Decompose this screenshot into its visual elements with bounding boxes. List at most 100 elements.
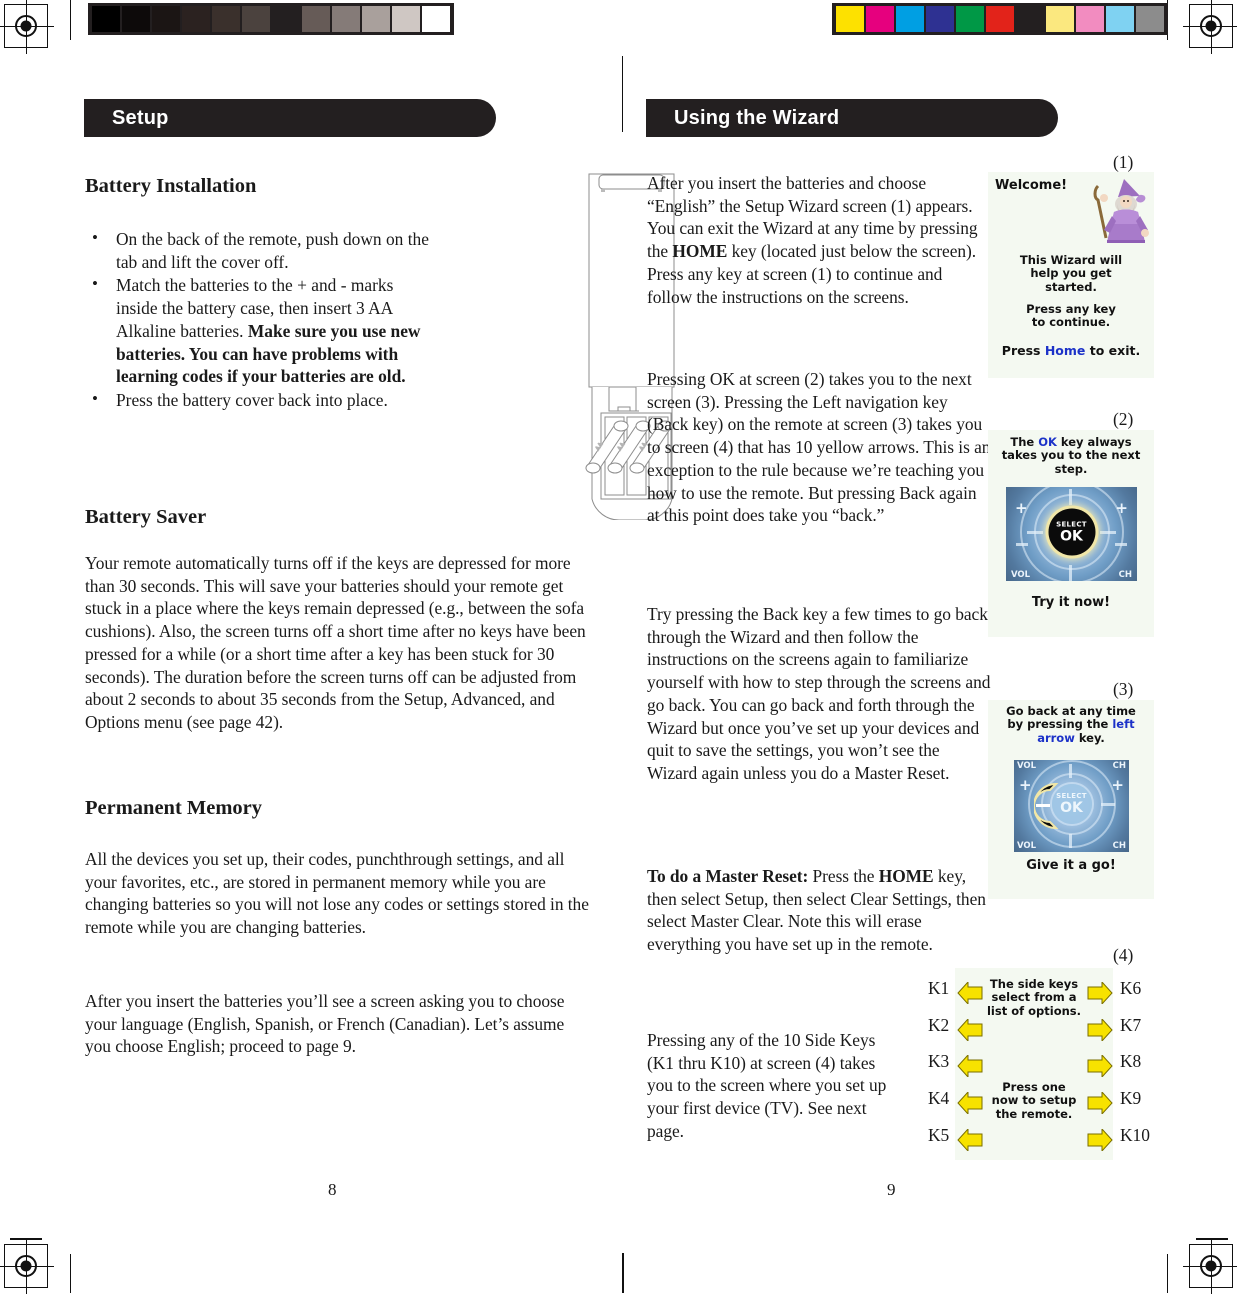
left-arrow-back-screen: Go back at any time by pressing the left… — [988, 700, 1154, 899]
side-key-arrow-left-k2 — [957, 1017, 983, 1043]
bullet-text-1: On the back of the remote, push down on … — [116, 229, 429, 272]
calibration-swatch — [926, 6, 954, 32]
nav-pad-down-bar — [1069, 834, 1072, 848]
navigation-pad-illustration: + + VOL CH SELECT OK — [1006, 487, 1137, 581]
calibration-swatch — [182, 6, 210, 32]
paragraph-battery-saver: Your remote automatically turns off if t… — [85, 553, 586, 732]
paragraph-master-reset: To do a Master Reset: Press the HOME key… — [647, 865, 991, 956]
nav-pad-select-label: SELECT — [1056, 792, 1087, 801]
list-item: Press the battery cover back into place. — [85, 388, 430, 412]
screen-3-footer: Give it a go! — [1026, 858, 1116, 873]
nav-pad-down-bar — [1069, 565, 1072, 581]
screen-3-caption: Go back at any time by pressing the left… — [988, 704, 1154, 745]
grayscale-calibration-strip — [88, 3, 454, 35]
nav-pad-vol-plus: + — [1019, 776, 1032, 794]
bullet-text-3: Press the battery cover back into place. — [116, 389, 388, 410]
nav-pad-ok-label: OK — [1060, 528, 1083, 545]
heading-battery-saver: Battery Saver — [85, 506, 207, 528]
screen-3-label: (3) — [1113, 679, 1134, 699]
calibration-swatch — [836, 6, 864, 32]
screen-1-body-2: Press any key to continue. — [1026, 302, 1116, 330]
gutter-line-top — [622, 56, 623, 132]
calibration-swatch — [1016, 6, 1044, 32]
nav-pad-corner-tr: CH — [1112, 761, 1126, 771]
paragraph-ok-and-back: Pressing OK at screen (2) takes you to t… — [647, 369, 991, 526]
screen-2-label: (2) — [1113, 409, 1134, 429]
calibration-swatch — [392, 6, 420, 32]
master-reset-part-a: Press the — [808, 866, 879, 886]
nav-pad-corner-br: CH — [1118, 570, 1132, 580]
nav-pad-left-bar — [1027, 531, 1043, 534]
battery-installation-bullet-list: On the back of the remote, push down on … — [85, 227, 430, 413]
screen-1-footer-home-link: Home — [1044, 343, 1086, 358]
master-reset-bold-lead: To do a Master Reset: — [647, 866, 809, 886]
screen-3-caption-post: key. — [1074, 730, 1105, 745]
nav-pad-right-bar — [1101, 803, 1115, 806]
gutter-line-bottom — [622, 1253, 624, 1293]
paragraph-permanent-memory-1: All the devices you set up, their codes,… — [85, 849, 589, 938]
calibration-swatch — [122, 6, 150, 32]
screen-4-label: (4) — [1113, 945, 1134, 965]
registration-mark-top-right — [1183, 0, 1237, 54]
side-key-label-k5: K5 — [928, 1125, 950, 1145]
nav-pad-ch-plus: + — [1111, 776, 1124, 794]
heading-permanent-memory: Permanent Memory — [85, 797, 263, 819]
calibration-swatch — [866, 6, 894, 32]
screen-2-caption-ok-link: OK — [1038, 435, 1057, 449]
navigation-pad-illustration-highlighted: + + VOL CH VOL CH SELECT OK — [1014, 760, 1129, 852]
paragraph-wizard-intro: After you insert the batteries and choos… — [647, 172, 991, 308]
side-key-label-k1: K1 — [928, 978, 950, 998]
crop-line-top-right — [1196, 1238, 1228, 1240]
screen-1-label: (1) — [1113, 152, 1134, 172]
list-item: Match the batteries to the + and - marks… — [85, 273, 430, 388]
screen-2-caption: The OK key always takes you to the next … — [988, 435, 1154, 476]
section-band-using-the-wizard-label: Using the Wizard — [674, 106, 840, 129]
nav-pad-vol-plus: + — [1015, 499, 1028, 517]
nav-pad-ok-label: OK — [1060, 800, 1083, 817]
registration-mark-bottom-left — [0, 1238, 54, 1294]
side-key-arrow-left-k3 — [957, 1053, 983, 1079]
side-key-label-k6: K6 — [1120, 978, 1142, 998]
calibration-swatch — [272, 6, 300, 32]
nav-pad-corner-bl: VOL — [1017, 841, 1037, 851]
side-key-arrow-right-k10 — [1087, 1127, 1113, 1153]
nav-pad-corner-bl: VOL — [1011, 570, 1031, 580]
paragraph-try-back-key: Try pressing the Back key a few times to… — [647, 604, 991, 783]
calibration-swatch — [1076, 6, 1104, 32]
nav-pad-select-label: SELECT — [1056, 520, 1087, 529]
color-calibration-strip — [832, 3, 1168, 35]
screen-1-footer-pre: Press — [1001, 343, 1045, 358]
screen-1-footer-post: to exit. — [1085, 343, 1141, 358]
calibration-swatch — [422, 6, 450, 32]
calibration-swatch — [212, 6, 240, 32]
side-key-arrow-left-k4 — [957, 1090, 983, 1116]
calibration-swatch — [332, 6, 360, 32]
nav-pad-up-bar — [1069, 489, 1072, 505]
calibration-swatch — [92, 6, 120, 32]
calibration-swatch — [1106, 6, 1134, 32]
calibration-swatch — [956, 6, 984, 32]
side-key-arrow-left-k1 — [957, 980, 983, 1006]
calibration-swatch — [896, 6, 924, 32]
wizard-welcome-screen: Welcome! This Wizard will help you get s… — [988, 172, 1154, 378]
manual-page-spread: Setup Battery Installation On the back o… — [0, 0, 1237, 1294]
side-key-arrow-right-k6 — [1087, 980, 1113, 1006]
paragraph-side-keys: Pressing any of the 10 Side Keys (K1 thr… — [647, 1030, 887, 1141]
home-key-bold-1: HOME — [672, 241, 728, 262]
section-band-setup-label: Setup — [112, 106, 169, 129]
nav-pad-ch-plus: + — [1115, 499, 1128, 517]
registration-mark-top-left — [0, 0, 54, 54]
nav-pad-left-bar — [1036, 804, 1050, 807]
ok-key-screen: The OK key always takes you to the next … — [988, 430, 1154, 637]
trim-line-left — [70, 1254, 71, 1293]
crop-line-top-left — [10, 1238, 42, 1240]
calibration-swatch — [302, 6, 330, 32]
side-key-label-k8: K8 — [1120, 1051, 1142, 1071]
nav-pad-right-bar — [1100, 531, 1116, 534]
registration-mark-bottom-right — [1183, 1238, 1237, 1294]
side-key-label-k7: K7 — [1120, 1015, 1142, 1035]
nav-pad-corner-tl: VOL — [1017, 761, 1037, 771]
screen-1-body-1: This Wizard will help you get started. — [1019, 253, 1123, 294]
list-item: On the back of the remote, push down on … — [85, 227, 430, 273]
nav-pad-vol-minus — [1016, 543, 1028, 546]
